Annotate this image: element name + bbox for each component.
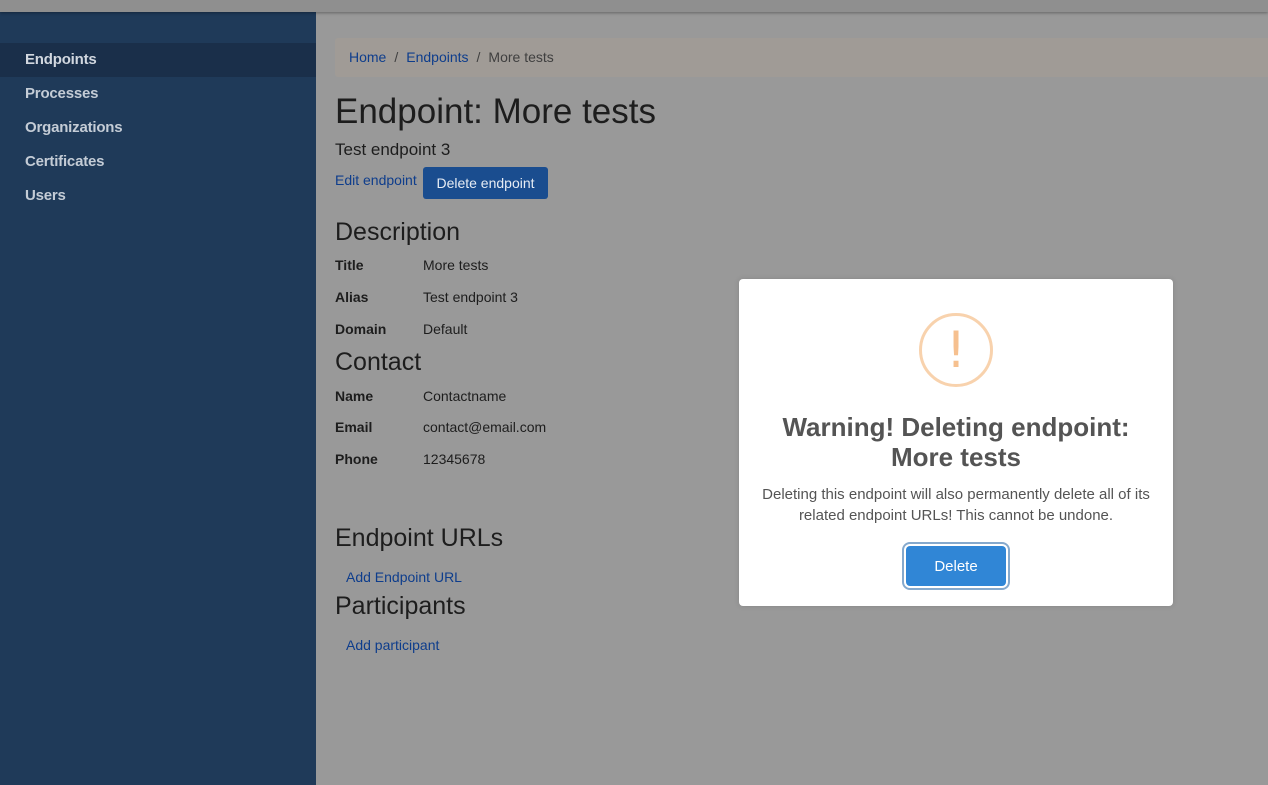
dialog-title: Warning! Deleting endpoint: More tests xyxy=(739,412,1173,472)
description-row-title: Title More tests xyxy=(335,257,488,273)
participants-heading: Participants xyxy=(335,592,466,620)
delete-warning-dialog: ! Warning! Deleting endpoint: More tests… xyxy=(739,279,1173,606)
dialog-title-endpoint-name: More tests xyxy=(890,442,1022,472)
dialog-message: Deleting this endpoint will also permane… xyxy=(762,486,1150,524)
breadcrumb-endpoints-link[interactable]: Endpoints xyxy=(406,49,468,65)
sidebar-item-users[interactable]: Users xyxy=(0,179,316,213)
sidebar: Endpoints Processes Organizations Certif… xyxy=(0,12,316,785)
contact-heading: Contact xyxy=(335,348,422,376)
breadcrumb-home-link[interactable]: Home xyxy=(349,49,386,65)
edit-endpoint-link[interactable]: Edit endpoint xyxy=(335,172,417,188)
row-key: Domain xyxy=(335,321,387,337)
row-value: contact@email.com xyxy=(423,419,547,435)
row-value: 12345678 xyxy=(423,451,486,467)
confirm-delete-button[interactable]: Delete xyxy=(906,546,1006,586)
row-key: Alias xyxy=(335,289,369,305)
row-value: Test endpoint 3 xyxy=(423,289,518,305)
add-participant-link[interactable]: Add participant xyxy=(346,637,439,653)
page-subtitle: Test endpoint 3 xyxy=(335,140,451,159)
endpoint-urls-heading: Endpoint URLs xyxy=(335,524,504,552)
breadcrumb: Home / Endpoints / More tests xyxy=(335,38,1268,77)
add-endpoint-url-link[interactable]: Add Endpoint URL xyxy=(346,569,462,585)
contact-row-name: Name Contactname xyxy=(335,388,506,404)
warning-icon: ! xyxy=(919,313,993,387)
row-value: Contactname xyxy=(423,388,507,404)
sidebar-item-processes[interactable]: Processes xyxy=(0,77,316,111)
page-title: Endpoint: More tests xyxy=(335,92,656,131)
sidebar-menu: Endpoints Processes Organizations Certif… xyxy=(0,43,316,213)
row-key: Email xyxy=(335,419,373,435)
row-value: Default xyxy=(423,321,468,337)
breadcrumb-separator: / xyxy=(394,49,399,65)
row-key: Name xyxy=(335,388,374,404)
dialog-title-line: Warning! Deleting endpoint: xyxy=(782,412,1130,442)
sidebar-item-endpoints[interactable]: Endpoints xyxy=(0,43,316,77)
description-row-domain: Domain Default xyxy=(335,321,467,337)
top-bar xyxy=(0,0,1268,12)
description-heading: Description xyxy=(335,218,461,246)
delete-endpoint-button[interactable]: Delete endpoint xyxy=(423,167,548,199)
description-row-alias: Alias Test endpoint 3 xyxy=(335,289,518,305)
breadcrumb-separator: / xyxy=(476,49,481,65)
row-key: Title xyxy=(335,257,364,273)
breadcrumb-current: More tests xyxy=(488,49,554,65)
row-value: More tests xyxy=(423,257,489,273)
row-key: Phone xyxy=(335,451,378,467)
sidebar-item-certificates[interactable]: Certificates xyxy=(0,145,316,179)
contact-row-phone: Phone 12345678 xyxy=(335,451,485,467)
sidebar-item-organizations[interactable]: Organizations xyxy=(0,111,316,145)
contact-row-email: Email contact@email.com xyxy=(335,419,546,435)
